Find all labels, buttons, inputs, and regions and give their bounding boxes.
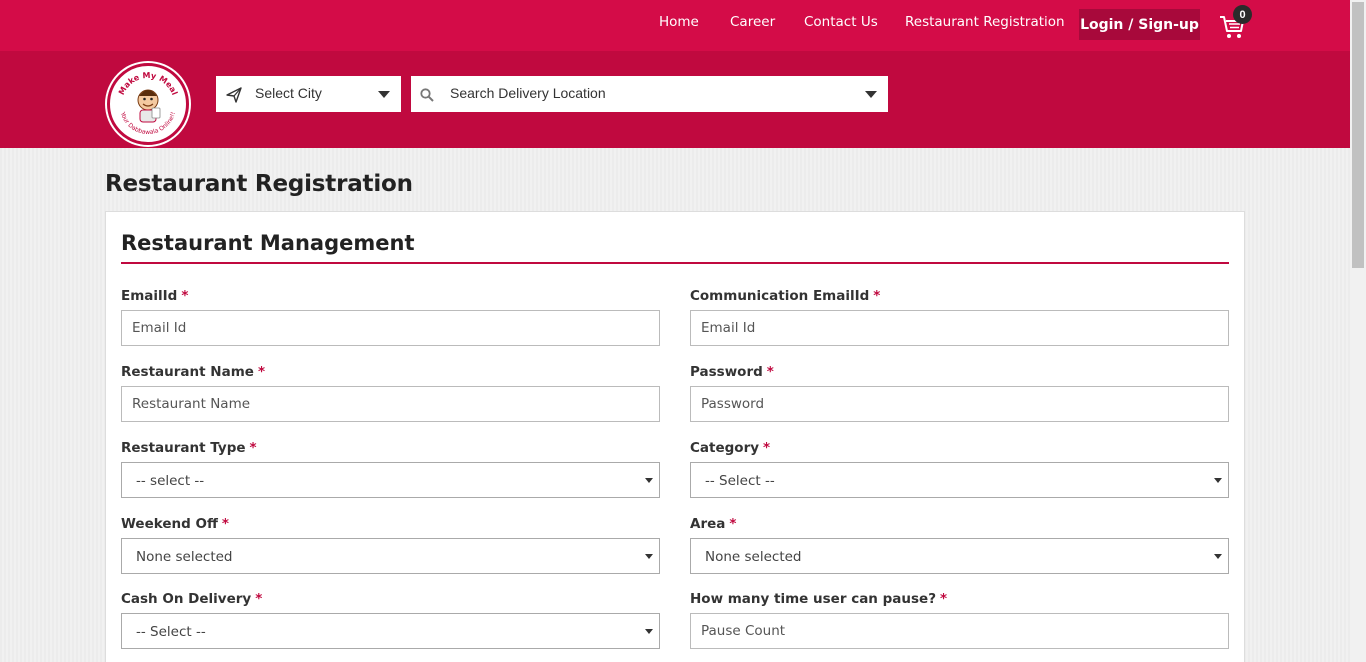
chevron-down-icon [645, 554, 653, 559]
nav-restaurant-registration-link[interactable]: Restaurant Registration [905, 14, 1065, 30]
password-label: Password * [690, 364, 774, 380]
weekend-off-value: None selected [136, 549, 233, 565]
pause-count-field[interactable] [690, 613, 1229, 649]
required-marker: * [221, 516, 229, 532]
chevron-down-icon [1214, 554, 1222, 559]
category-label: Category * [690, 440, 771, 456]
nav-home-link[interactable]: Home [659, 14, 699, 30]
required-marker: * [940, 591, 948, 607]
chevron-down-icon [645, 478, 653, 483]
chevron-down-icon [865, 91, 877, 98]
delivery-location-label: Search Delivery Location [450, 85, 606, 101]
area-value: None selected [705, 549, 802, 565]
restaurant-name-label: Restaurant Name * [121, 364, 265, 380]
required-marker: * [181, 288, 189, 304]
section-title: Restaurant Management [121, 231, 415, 255]
scrollbar-thumb[interactable] [1352, 2, 1364, 268]
area-label: Area * [690, 516, 737, 532]
city-select-label: Select City [255, 85, 322, 101]
required-marker: * [257, 364, 265, 380]
communication-email-label: Communication EmailId * [690, 288, 881, 304]
city-select[interactable]: Select City [216, 76, 401, 112]
required-marker: * [729, 516, 737, 532]
restaurant-type-select[interactable]: -- select -- [121, 462, 660, 498]
area-select[interactable]: None selected [690, 538, 1229, 574]
restaurant-name-field[interactable] [121, 386, 660, 422]
cash-on-delivery-label: Cash On Delivery * [121, 591, 263, 607]
communication-email-field[interactable] [690, 310, 1229, 346]
required-marker: * [255, 591, 263, 607]
pause-count-label: How many time user can pause? * [690, 591, 948, 607]
logo-emblem-icon: Make My Meal Your Dabbawala Online!! [117, 71, 179, 136]
category-select[interactable]: -- Select -- [690, 462, 1229, 498]
cash-on-delivery-select[interactable]: -- Select -- [121, 613, 660, 649]
restaurant-type-label: Restaurant Type * [121, 440, 257, 456]
required-marker: * [766, 364, 774, 380]
chevron-down-icon [1214, 478, 1222, 483]
section-divider [121, 262, 1229, 264]
login-signup-button[interactable]: Login / Sign-up [1079, 9, 1200, 40]
email-label: EmailId * [121, 288, 189, 304]
page-title: Restaurant Registration [105, 171, 413, 197]
category-value: -- Select -- [705, 473, 775, 489]
required-marker: * [763, 440, 771, 456]
paper-plane-icon [226, 87, 242, 103]
password-field[interactable] [690, 386, 1229, 422]
weekend-off-label: Weekend Off * [121, 516, 229, 532]
weekend-off-select[interactable]: None selected [121, 538, 660, 574]
chevron-down-icon [378, 91, 390, 98]
required-marker: * [873, 288, 881, 304]
site-logo[interactable]: Make My Meal Your Dabbawala Online!! [107, 63, 189, 145]
email-field[interactable] [121, 310, 660, 346]
nav-contact-link[interactable]: Contact Us [804, 14, 878, 30]
cash-on-delivery-value: -- Select -- [136, 624, 206, 640]
restaurant-type-value: -- select -- [136, 473, 205, 489]
nav-career-link[interactable]: Career [730, 14, 775, 30]
search-icon [420, 88, 434, 102]
delivery-location-select[interactable]: Search Delivery Location [411, 76, 888, 112]
chevron-down-icon [645, 629, 653, 634]
required-marker: * [249, 440, 257, 456]
cart-count-badge: 0 [1233, 5, 1252, 24]
registration-panel [105, 211, 1245, 662]
